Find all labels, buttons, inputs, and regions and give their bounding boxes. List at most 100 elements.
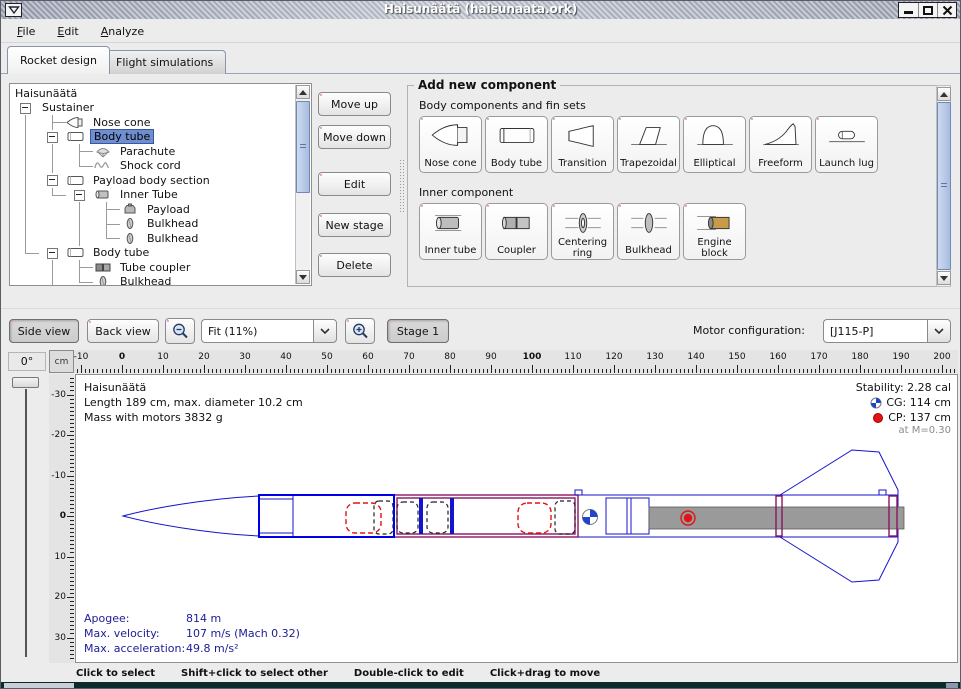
tree-item-label: Bulkhead — [144, 232, 201, 245]
component-button-label: Coupler — [497, 246, 536, 260]
scroll-down-button[interactable] — [937, 271, 951, 285]
cp-value: CP: 137 cm — [888, 411, 951, 424]
ruler-label: -10 — [74, 352, 96, 362]
component-button-label: Inner tube — [425, 246, 477, 260]
tree-item-bulkhead[interactable]: Bulkhead — [12, 217, 294, 232]
component-button-trapezoidal[interactable]: Trapezoidal — [617, 116, 680, 173]
component-button-label: Freeform — [758, 159, 803, 173]
tree-item-label: Shock cord — [117, 159, 184, 172]
ruler-unit-label: cm — [49, 350, 74, 373]
zoom-in-icon — [351, 322, 370, 341]
scroll-down-button[interactable] — [296, 270, 310, 284]
tree-item-body-tube[interactable]: Body tube — [12, 130, 294, 145]
bulkhead-marker — [419, 498, 423, 534]
move-up-button[interactable]: Move up — [318, 92, 391, 116]
component-button-freeform[interactable]: Freeform — [749, 116, 812, 173]
menu-bar: FileEdit Analyze — [1, 20, 960, 43]
menu-edit[interactable]: Edit — [51, 23, 90, 40]
ruler-label: 30 — [55, 633, 66, 643]
scroll-up-button[interactable] — [296, 85, 310, 99]
tree-item-shock-cord[interactable]: Shock cord — [12, 159, 294, 174]
ruler-label: 70 — [394, 352, 424, 362]
tree-item-sustainer[interactable]: Sustainer — [12, 101, 294, 116]
back-view-button[interactable]: Back view — [87, 319, 159, 343]
hint-text: Click to select — [76, 668, 155, 679]
ruler-label: 130 — [640, 352, 670, 362]
window-bottom-edge — [1, 682, 960, 689]
resize-handle[interactable] — [946, 683, 958, 689]
edit-button[interactable]: Edit — [318, 172, 391, 196]
component-button-coupler[interactable]: Coupler — [485, 203, 548, 260]
tree-item-nose-cone[interactable]: Nose cone — [12, 115, 294, 130]
add-component-panel: Add new component Body components and fi… — [407, 85, 951, 287]
component-button-body-tube[interactable]: Body tube — [485, 116, 548, 173]
title-bar[interactable]: Haisunäätä (haisunaata.ork) — [1, 1, 960, 19]
tree-item-payload[interactable]: Payload — [12, 202, 294, 217]
ruler-label: 140 — [681, 352, 711, 362]
component-button-centering-ring[interactable]: Centering ring — [551, 203, 614, 260]
new-stage-button[interactable]: New stage — [318, 213, 391, 237]
tree-item-body-tube[interactable]: Body tube — [12, 246, 294, 261]
flight-stat-value: 49.8 m/s² — [186, 641, 239, 656]
chevron-down-icon[interactable] — [927, 319, 951, 343]
resize-handle[interactable] — [4, 683, 74, 689]
rocket-canvas[interactable]: Haisunäätä Length 189 cm, max. diameter … — [75, 374, 958, 663]
component-button-label: Transition — [558, 159, 606, 173]
tab-rocket-design[interactable]: Rocket design — [7, 46, 110, 74]
delete-button[interactable]: Delete — [318, 253, 391, 277]
panel-divider[interactable] — [399, 159, 406, 213]
component-button-engine-block[interactable]: Engine block — [683, 203, 746, 260]
maximize-button[interactable] — [918, 3, 937, 17]
tab-flight-simulations[interactable]: Flight simulations — [103, 50, 226, 74]
ruler-label: 40 — [271, 352, 301, 362]
close-button[interactable] — [937, 3, 956, 17]
ruler-label: 190 — [886, 352, 916, 362]
tree-item-payload-body-section[interactable]: Payload body section — [12, 173, 294, 188]
component-button-elliptical[interactable]: Elliptical — [683, 116, 746, 173]
rocket-dimensions: Length 189 cm, max. diameter 10.2 cm — [84, 395, 303, 410]
minimize-button[interactable] — [899, 3, 918, 17]
stage-1-toggle[interactable]: Stage 1 — [387, 319, 449, 343]
tree-item-haisun-t-[interactable]: Haisunäätä — [12, 86, 294, 101]
zoom-out-button[interactable] — [165, 318, 195, 344]
zoom-in-button[interactable] — [345, 318, 375, 344]
chevron-down-icon[interactable] — [313, 319, 337, 343]
tree-item-parachute[interactable]: Parachute — [12, 144, 294, 159]
tree-item-label: Bulkhead — [117, 275, 174, 286]
scroll-up-button[interactable] — [937, 87, 951, 101]
tree-expander[interactable] — [39, 130, 66, 145]
component-tree[interactable]: HaisunäätäSustainerNose coneBody tubePar… — [9, 83, 312, 286]
bulkhead-icon — [626, 208, 672, 238]
tree-item-label: Body tube — [90, 129, 154, 144]
ruler-label: 10 — [148, 352, 178, 362]
menu-file[interactable]: File — [11, 23, 47, 40]
tree-item-bulkhead[interactable]: Bulkhead — [12, 275, 294, 287]
tree-expander[interactable] — [39, 173, 66, 188]
tree-expander[interactable] — [39, 246, 66, 261]
zoom-select-value: Fit (11%) — [201, 319, 313, 343]
menu-analyze[interactable]: Analyze — [95, 23, 156, 40]
scrollbar-thumb[interactable] — [937, 102, 951, 270]
ruler-label: 20 — [189, 352, 219, 362]
scrollbar-thumb[interactable] — [296, 101, 310, 193]
component-button-launch-lug[interactable]: Launch lug — [815, 116, 878, 173]
panel-scrollbar[interactable] — [936, 85, 951, 287]
move-down-button[interactable]: Move down — [318, 125, 391, 149]
motor-configuration-select[interactable]: [J115-P] — [823, 319, 951, 343]
side-view-button[interactable]: Side view — [9, 319, 79, 343]
tree-expander[interactable] — [66, 188, 93, 203]
tree-item-bulkhead[interactable]: Bulkhead — [12, 231, 294, 246]
tree-item-tube-coupler[interactable]: Tube coupler — [12, 260, 294, 275]
rotation-slider[interactable] — [12, 377, 39, 388]
tree-expander[interactable] — [12, 101, 39, 116]
component-button-nose-cone[interactable]: Nose cone — [419, 116, 482, 173]
zoom-select[interactable]: Fit (11%) — [201, 319, 337, 343]
tree-scrollbar[interactable] — [295, 85, 310, 284]
component-button-inner-tube[interactable]: Inner tube — [419, 203, 482, 260]
innertube-icon — [93, 188, 113, 201]
ruler-label: 80 — [435, 352, 465, 362]
component-button-transition[interactable]: Transition — [551, 116, 614, 173]
tree-item-inner-tube[interactable]: Inner Tube — [12, 188, 294, 203]
flight-stat-value: 814 m — [186, 611, 221, 626]
component-button-bulkhead[interactable]: Bulkhead — [617, 203, 680, 260]
